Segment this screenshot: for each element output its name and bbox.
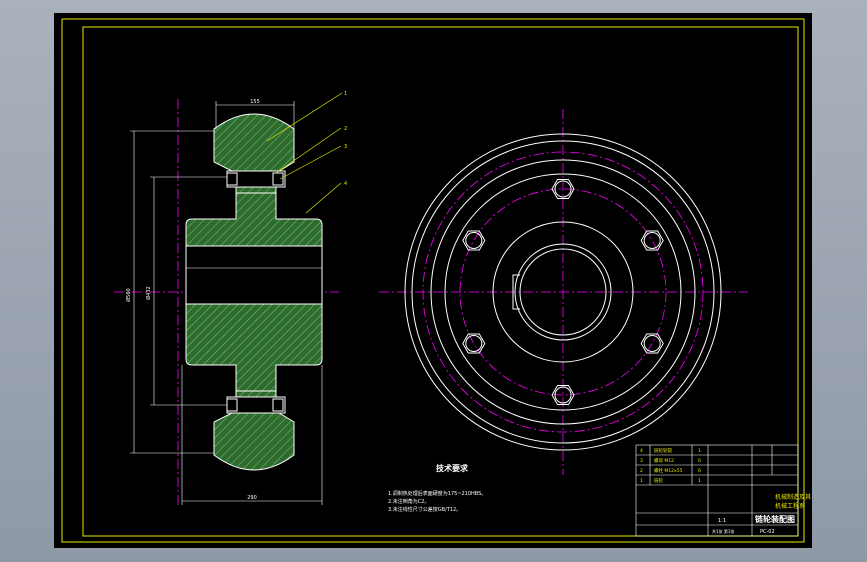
bolt-bottom	[226, 396, 286, 414]
section-view: 155 290 Ø560 Ø432 1 2 3 4	[114, 91, 347, 505]
cad-viewport: 155 290 Ø560 Ø432 1 2 3 4 技术要求 1.调制热处理后表…	[0, 0, 867, 562]
balloon-2: 2	[344, 126, 347, 132]
part-no: 1	[640, 478, 643, 484]
part-no: 3	[640, 458, 643, 464]
note-line-1: 1.调制热处理后表面硬度为175~210HBS。	[388, 490, 486, 497]
drawing-canvas[interactable]: 155 290 Ø560 Ø432 1 2 3 4 技术要求 1.调制热处理后表…	[54, 13, 812, 548]
balloon-1: 1	[344, 91, 347, 97]
part-name: 螺栓 M12x55	[654, 467, 683, 474]
front-view	[379, 109, 748, 475]
part-name: 螺母 M12	[654, 457, 674, 464]
balloon-3: 3	[344, 144, 347, 150]
bolt-top	[226, 170, 286, 188]
part-qty: 1	[698, 448, 701, 454]
part-no: 2	[640, 468, 643, 474]
bore	[185, 245, 323, 305]
dim-top-width: 155	[250, 99, 260, 105]
part-qty: 6	[698, 468, 701, 474]
bolt-hole	[462, 333, 486, 354]
part-qty: 1	[698, 478, 701, 484]
part-name: 链轮	[654, 477, 663, 484]
outer-border	[61, 18, 805, 543]
dim-height-outer: Ø560	[125, 288, 132, 301]
dim-bottom-width: 290	[247, 495, 257, 501]
assembly-drawing: 155 290 Ø560 Ø432 1 2 3 4 技术要求 1.调制热处理后表…	[61, 18, 812, 543]
part-name: 链轮轮毂	[654, 447, 672, 454]
note-line-2: 2.未注倒角为C2。	[388, 498, 429, 505]
part-no: 4	[640, 448, 643, 454]
drawing-title: 链轮装配图	[755, 514, 795, 524]
part-qty: 6	[698, 458, 701, 464]
sheet-count: 共1张 第1张	[712, 528, 734, 534]
org-line1: 机械制造及其自动化	[775, 493, 812, 501]
dim-height-inner: Ø432	[145, 286, 152, 299]
bolt-hole	[640, 333, 664, 354]
org-line2: 机械工程系	[775, 502, 805, 510]
notes-title: 技术要求	[436, 463, 469, 473]
drawing-number: PC-02	[760, 529, 775, 535]
scale: 1:1	[718, 518, 726, 524]
bolt-hole	[462, 230, 486, 251]
bolt-hole	[640, 230, 664, 251]
technical-notes: 技术要求 1.调制热处理后表面硬度为175~210HBS。 2.未注倒角为C2。…	[388, 463, 486, 513]
balloon-4: 4	[344, 181, 347, 187]
note-line-3: 3.未注线性尺寸公差按GB/T12。	[388, 506, 461, 513]
